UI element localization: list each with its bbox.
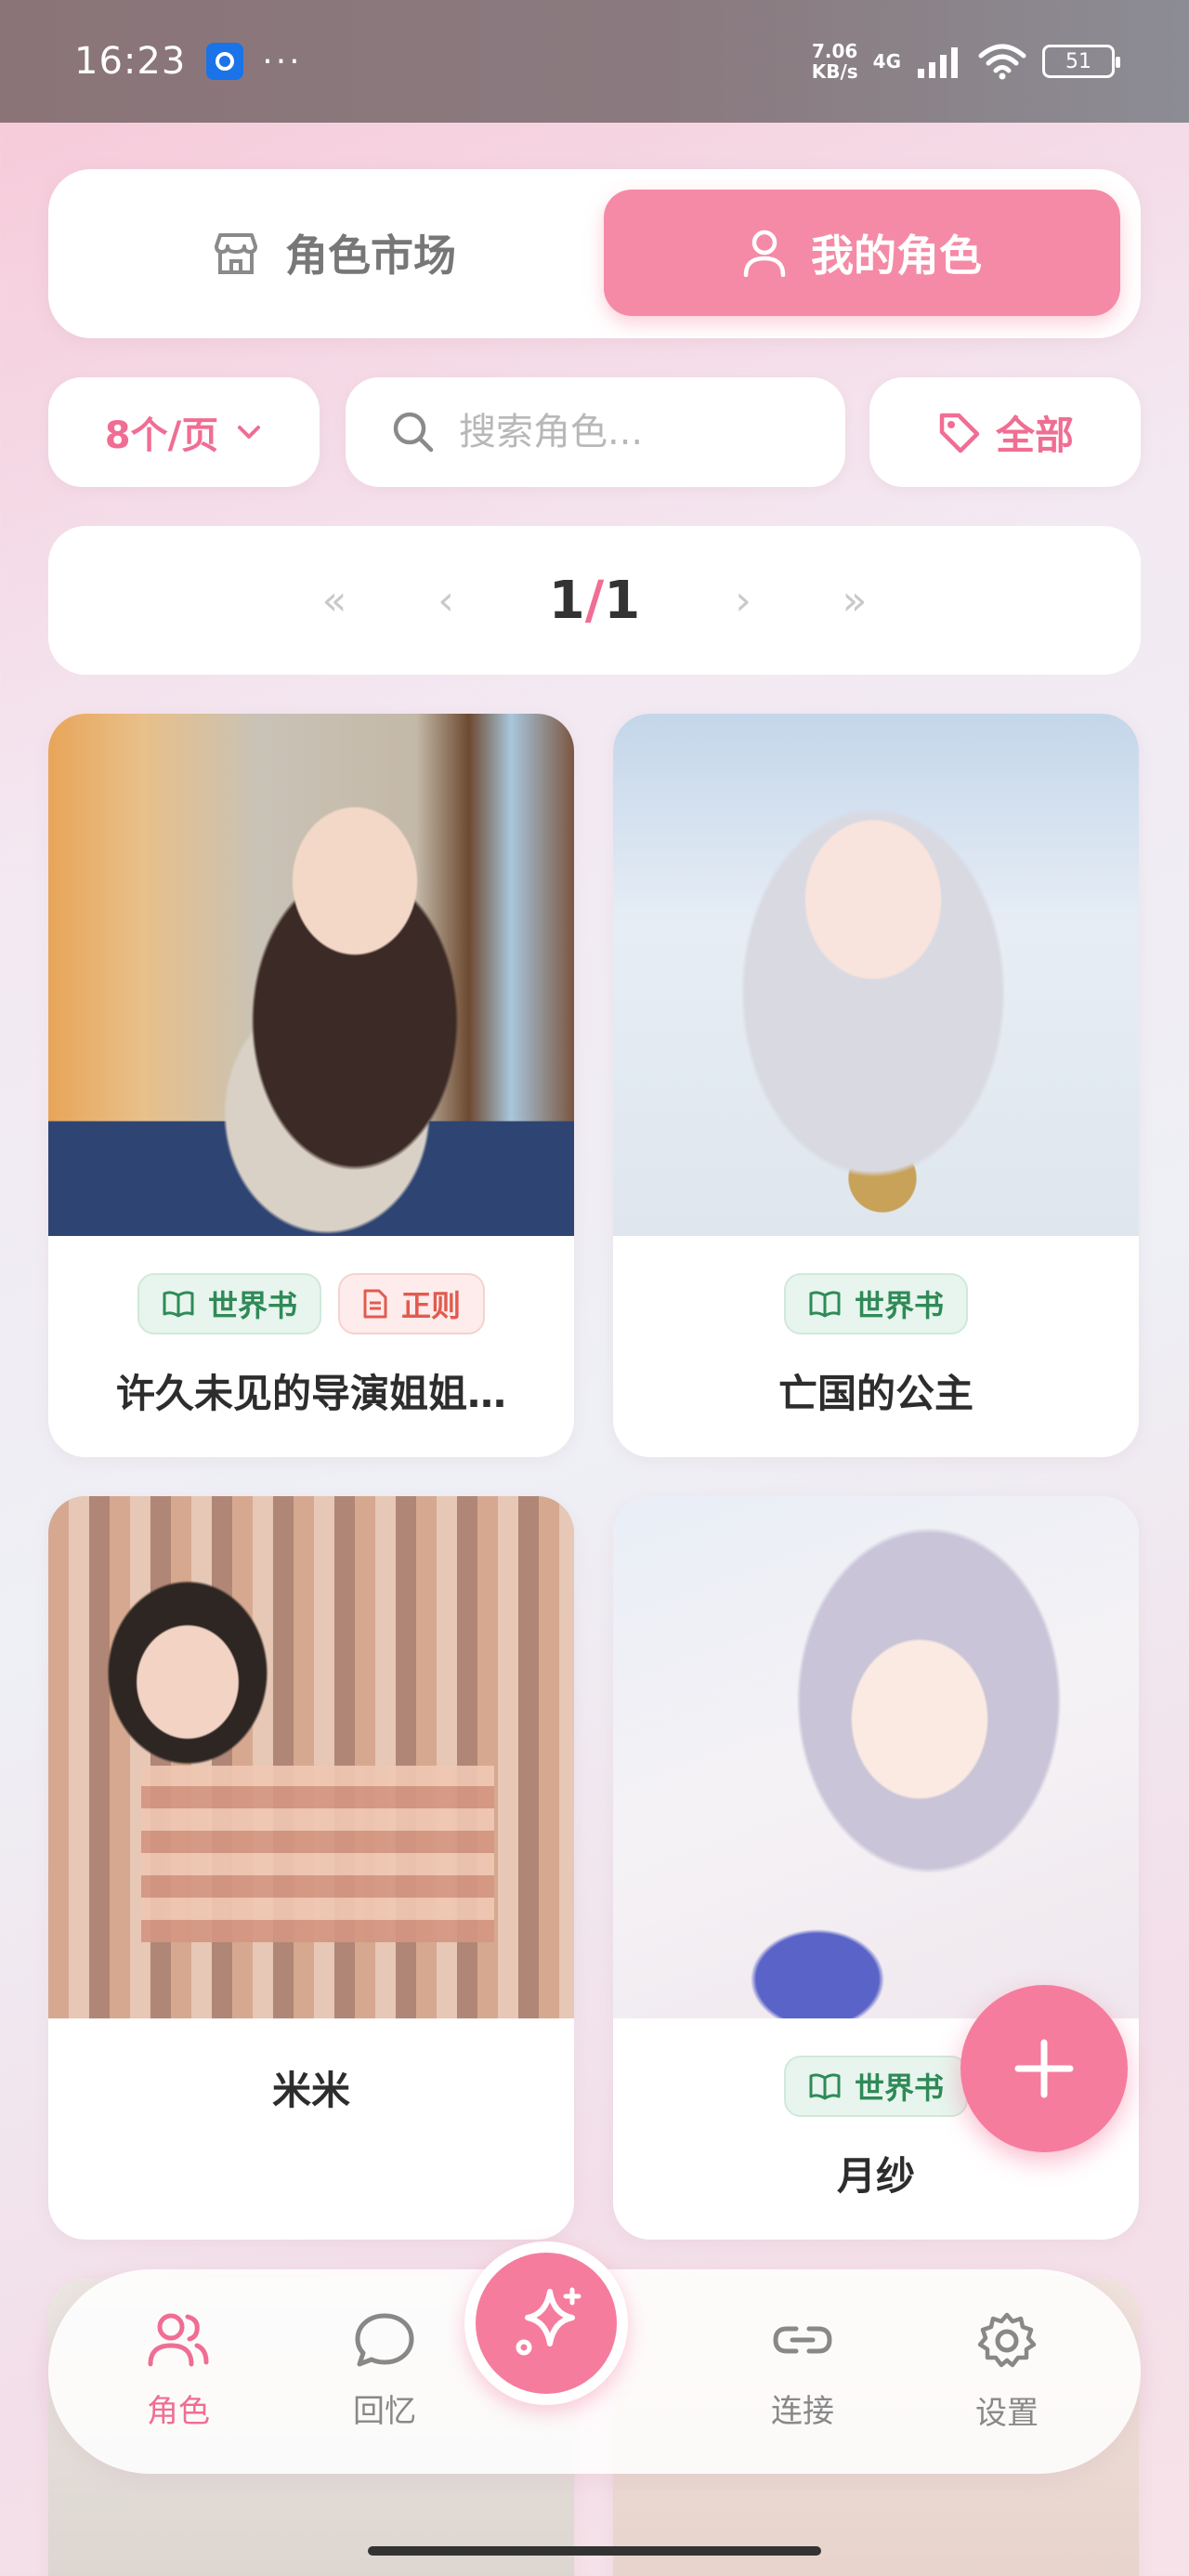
tab-my-roles[interactable]: 我的角色 <box>604 190 1120 316</box>
search-box <box>346 377 845 487</box>
world-book-tag: 世界书 <box>783 2056 968 2117</box>
network-speed: 7.06 KB/s <box>811 40 858 83</box>
chat-bubble-icon <box>355 2313 414 2367</box>
search-input[interactable] <box>459 411 812 453</box>
nav-item-settings[interactable]: 设置 <box>942 2310 1072 2433</box>
more-notifications-icon: ··· <box>262 42 303 81</box>
book-icon <box>809 2073 841 2100</box>
gear-icon <box>977 2312 1037 2368</box>
link-icon <box>773 2326 832 2354</box>
pagination: « ‹ 1/1 › » <box>48 526 1141 675</box>
per-page-select[interactable]: 8个/页 <box>48 377 320 487</box>
tab-role-market[interactable]: 角色市场 <box>69 190 598 316</box>
last-page-button[interactable]: » <box>799 577 910 624</box>
plus-icon <box>1014 2039 1074 2098</box>
role-card[interactable]: 世界书 正则 许久未见的导演姐姐… <box>48 714 574 1457</box>
role-name: 米米 <box>271 2068 350 2113</box>
search-icon <box>393 412 434 453</box>
app-notification-icon <box>206 43 244 80</box>
first-page-button[interactable]: « <box>279 577 390 624</box>
status-bar: 16:23 ··· 7.06 KB/s 4G 51 <box>0 0 1189 123</box>
world-book-tag: 世界书 <box>783 1273 968 1334</box>
role-card-image <box>48 1496 574 2018</box>
status-time: 16:23 <box>74 40 187 83</box>
prev-page-button[interactable]: ‹ <box>390 577 502 624</box>
nav-label: 回忆 <box>353 2393 416 2430</box>
role-name: 亡国的公主 <box>777 1371 973 1416</box>
role-card-image <box>48 714 574 1236</box>
book-icon <box>809 1291 841 1318</box>
role-card-image <box>613 714 1139 1236</box>
users-icon <box>148 2313 209 2367</box>
user-icon <box>743 230 786 277</box>
tag-icon <box>939 413 980 453</box>
tag-filter-label: 全部 <box>995 412 1074 458</box>
per-page-value: 8个/页 <box>104 414 219 457</box>
chevron-down-icon <box>238 426 261 439</box>
nav-label: 角色 <box>147 2393 210 2430</box>
nav-item-connect[interactable]: 连接 <box>738 2310 868 2431</box>
nav-label: 连接 <box>771 2393 834 2430</box>
page-indicator: 1/1 <box>548 570 641 631</box>
next-page-button[interactable]: › <box>687 577 799 624</box>
nav-item-memory[interactable]: 回忆 <box>320 2310 450 2431</box>
regex-tag: 正则 <box>338 1273 486 1334</box>
tag-filter-button[interactable]: 全部 <box>869 377 1141 487</box>
role-card[interactable]: 米米 <box>48 1496 574 2240</box>
wifi-icon <box>978 44 1026 80</box>
add-role-button[interactable] <box>960 1985 1128 2152</box>
role-name: 许久未见的导演姐姐… <box>115 1371 506 1416</box>
store-icon <box>215 233 257 274</box>
nav-item-roles[interactable]: 角色 <box>113 2310 243 2431</box>
signal-icon <box>918 47 958 78</box>
home-indicator[interactable] <box>368 2546 821 2556</box>
role-card-image <box>613 1496 1139 2018</box>
role-card[interactable]: 世界书 亡国的公主 <box>613 714 1139 1457</box>
book-icon <box>163 1291 194 1318</box>
tab-role-market-label: 角色市场 <box>285 230 456 281</box>
nav-label: 设置 <box>975 2395 1039 2432</box>
tab-my-roles-label: 我的角色 <box>811 230 982 281</box>
role-name: 月纱 <box>836 2153 915 2199</box>
role-source-switch: 角色市场 我的角色 <box>48 169 1141 338</box>
document-icon <box>363 1289 387 1319</box>
sparkle-icon <box>516 2287 581 2356</box>
world-book-tag: 世界书 <box>137 1273 321 1334</box>
battery-icon: 51 <box>1042 45 1120 78</box>
sparkle-action-button[interactable] <box>464 2241 628 2405</box>
network-type: 4G <box>872 50 901 72</box>
